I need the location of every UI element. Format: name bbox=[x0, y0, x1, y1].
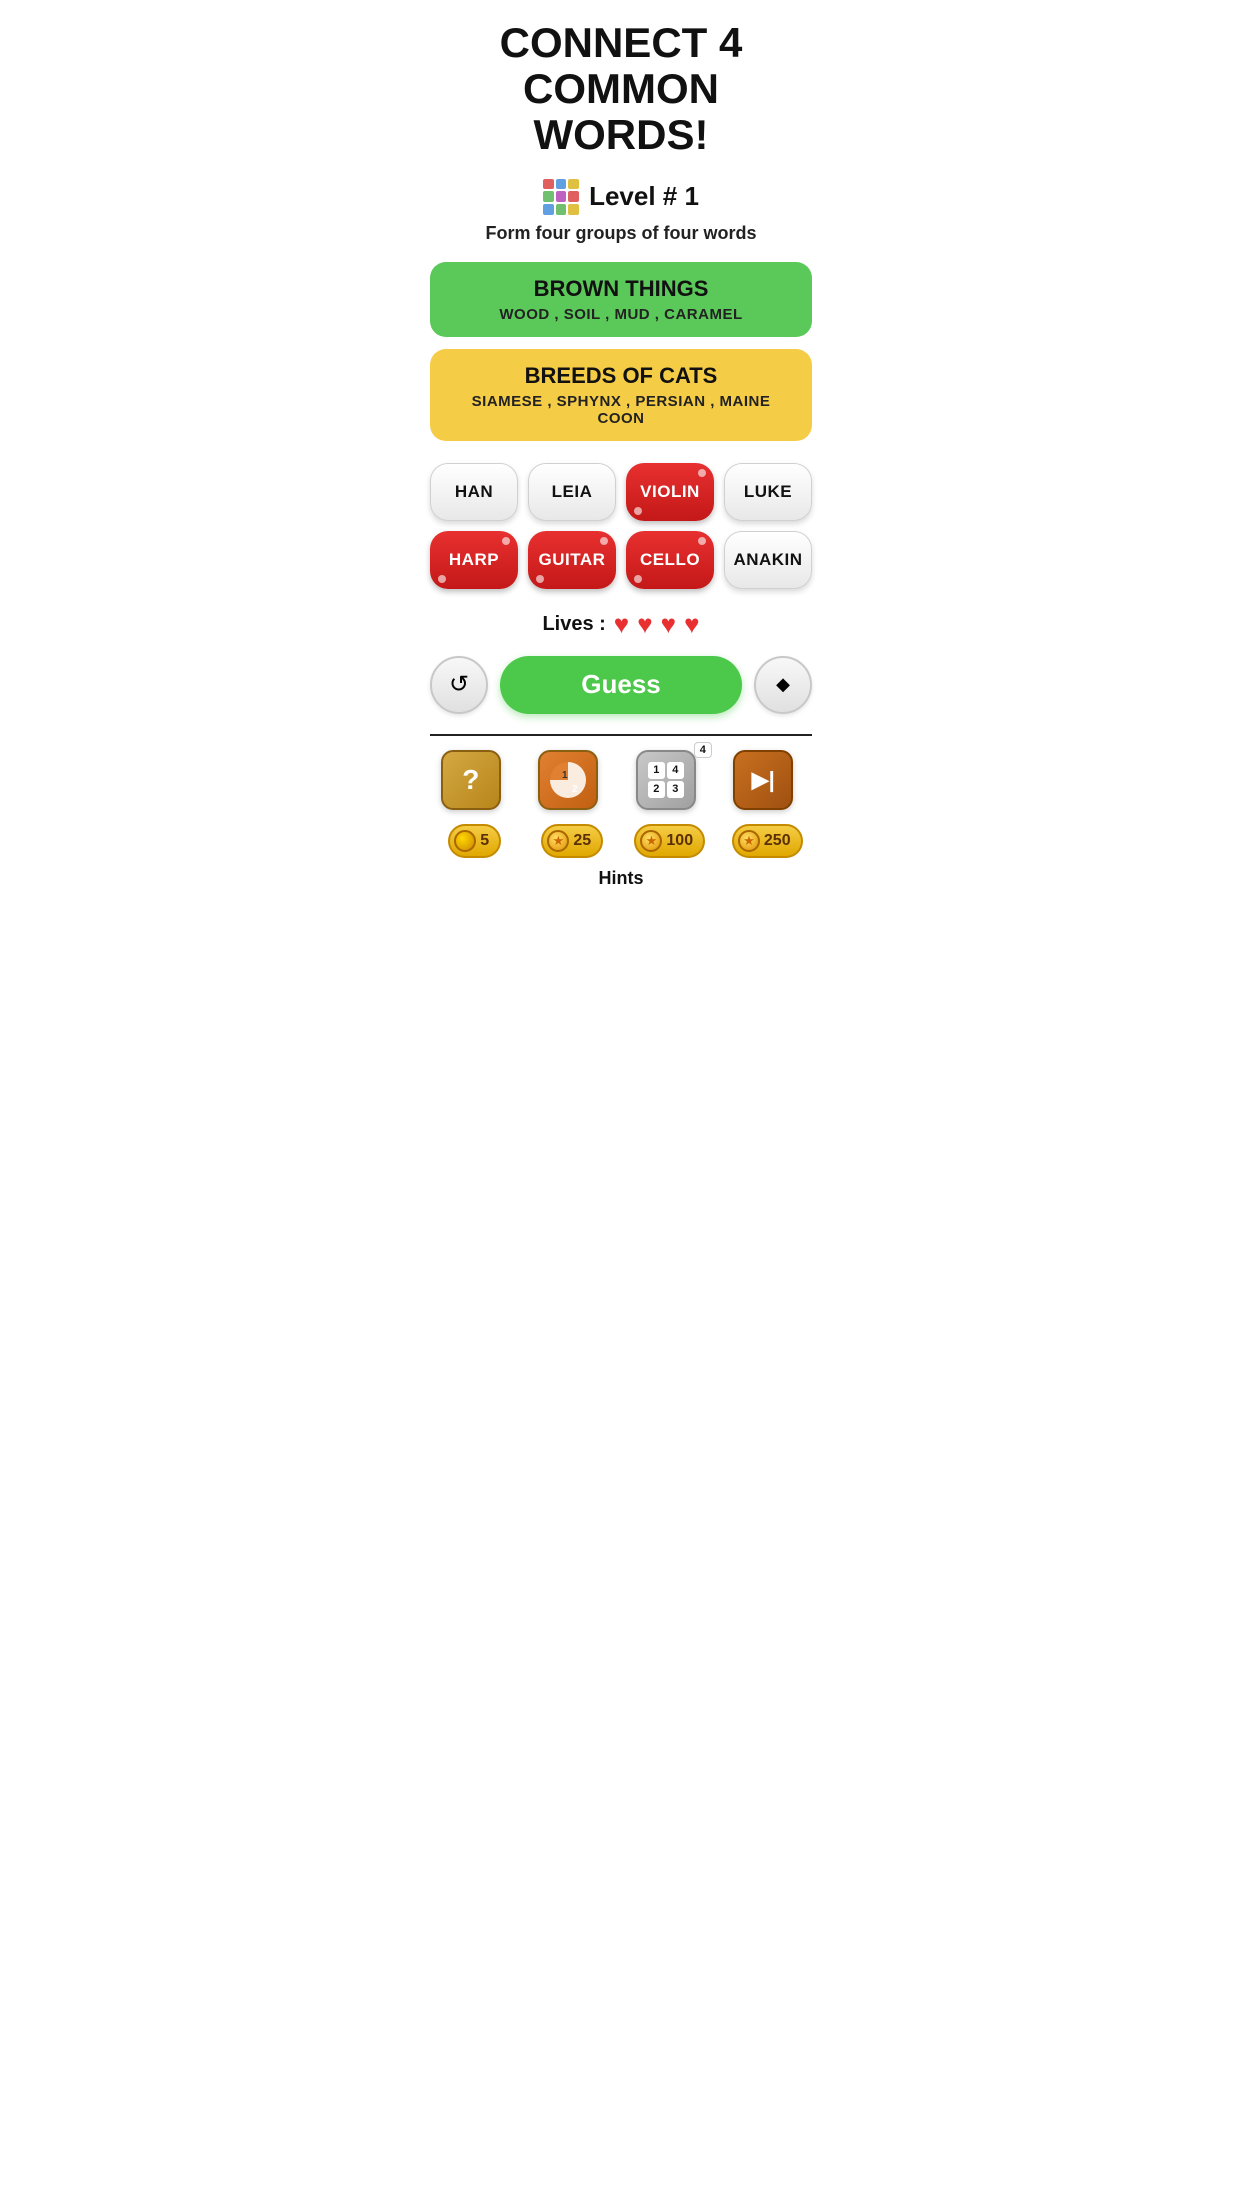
word-tile-leia[interactable]: LEIA bbox=[528, 463, 616, 521]
hint-swap-cost: ★ 25 bbox=[541, 824, 603, 858]
heart-4: ♥ bbox=[684, 609, 699, 640]
hint-reveal-icon: ? bbox=[441, 750, 501, 810]
hint-reveal-icon-wrap: ? bbox=[441, 750, 509, 818]
category-words-cats: SIAMESE , SPHYNX , PERSIAN , MAINE COON bbox=[450, 393, 792, 427]
erase-button[interactable]: ◆ bbox=[754, 656, 812, 714]
hint-positions-badge: 4 bbox=[694, 742, 712, 758]
svg-text:2: 2 bbox=[572, 784, 578, 795]
coin-amount-reveal: 5 bbox=[480, 832, 489, 850]
shuffle-button[interactable]: ↺ bbox=[430, 656, 488, 714]
hint-swap-icon: 1 2 bbox=[538, 750, 598, 810]
level-number: Level # 1 bbox=[589, 181, 699, 212]
lives-row: Lives : ♥ ♥ ♥ ♥ bbox=[542, 609, 699, 640]
hint-positions-icon-wrap: 1 4 2 3 4 bbox=[636, 750, 704, 818]
action-row: ↺ Guess ◆ bbox=[430, 656, 812, 714]
app-container: CONNECT 4 COMMON WORDS! Level # 1 Form f… bbox=[414, 0, 828, 899]
hints-label: Hints bbox=[430, 868, 812, 889]
svg-text:1: 1 bbox=[562, 770, 568, 781]
category-card-brown: BROWN THINGS WOOD , SOIL , MUD , CARAMEL bbox=[430, 262, 812, 337]
hint-skip-cost: ★ 250 bbox=[732, 824, 803, 858]
hint-positions-icon: 1 4 2 3 bbox=[636, 750, 696, 810]
word-tile-anakin[interactable]: ANAKIN bbox=[724, 531, 812, 589]
heart-3: ♥ bbox=[661, 609, 676, 640]
word-tile-violin[interactable]: VIOLIN bbox=[626, 463, 714, 521]
coin-icon-reveal bbox=[454, 830, 476, 852]
guess-button[interactable]: Guess bbox=[500, 656, 742, 714]
category-title-brown: BROWN THINGS bbox=[450, 276, 792, 302]
lives-label: Lives : bbox=[542, 613, 605, 636]
hint-skip-icon-wrap: ▶| bbox=[733, 750, 801, 818]
category-words-brown: WOOD , SOIL , MUD , CARAMEL bbox=[450, 306, 792, 323]
hints-row: ? 5 1 2 bbox=[430, 750, 812, 858]
category-title-cats: BREEDS OF CATS bbox=[450, 363, 792, 389]
level-subtitle: Form four groups of four words bbox=[486, 223, 757, 244]
heart-1: ♥ bbox=[614, 609, 629, 640]
word-grid: HAN LEIA VIOLIN LUKE HARP GUITAR CELLO A… bbox=[430, 463, 812, 589]
hint-positions-cost: ★ 100 bbox=[634, 824, 705, 858]
coin-amount-positions: 100 bbox=[666, 832, 693, 850]
hint-reveal[interactable]: ? 5 bbox=[430, 750, 520, 858]
hint-skip[interactable]: ▶| ★ 250 bbox=[723, 750, 813, 858]
coin-amount-skip: 250 bbox=[764, 832, 791, 850]
hints-section: ? 5 1 2 bbox=[430, 734, 812, 889]
hint-skip-icon: ▶| bbox=[733, 750, 793, 810]
hint-swap-icon-wrap: 1 2 bbox=[538, 750, 606, 818]
word-tile-han[interactable]: HAN bbox=[430, 463, 518, 521]
hint-reveal-cost: 5 bbox=[448, 824, 501, 858]
hint-swap[interactable]: 1 2 ★ 25 bbox=[528, 750, 618, 858]
word-tile-luke[interactable]: LUKE bbox=[724, 463, 812, 521]
hint-positions[interactable]: 1 4 2 3 4 ★ 100 bbox=[625, 750, 715, 858]
coin-icon-skip: ★ bbox=[738, 830, 760, 852]
main-title: CONNECT 4 COMMON WORDS! bbox=[430, 20, 812, 159]
coin-icon-positions: ★ bbox=[640, 830, 662, 852]
level-row: Level # 1 bbox=[543, 179, 699, 215]
category-card-cats: BREEDS OF CATS SIAMESE , SPHYNX , PERSIA… bbox=[430, 349, 812, 441]
word-tile-guitar[interactable]: GUITAR bbox=[528, 531, 616, 589]
coin-icon-swap: ★ bbox=[547, 830, 569, 852]
pie-svg: 1 2 bbox=[546, 758, 590, 802]
word-tile-harp[interactable]: HARP bbox=[430, 531, 518, 589]
level-icon bbox=[543, 179, 579, 215]
coin-amount-swap: 25 bbox=[573, 832, 591, 850]
heart-2: ♥ bbox=[637, 609, 652, 640]
word-tile-cello[interactable]: CELLO bbox=[626, 531, 714, 589]
